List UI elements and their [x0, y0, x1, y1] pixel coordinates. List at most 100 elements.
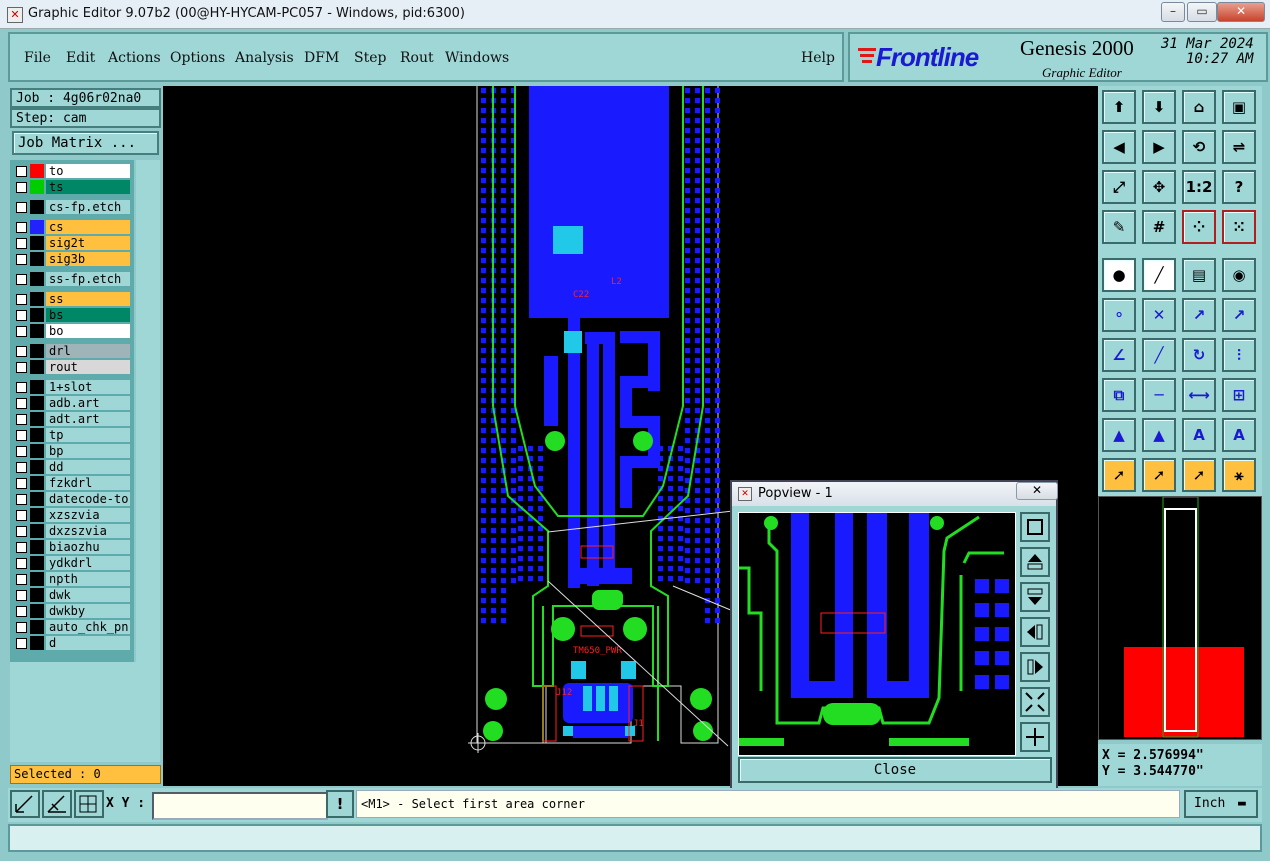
- layer-checkbox[interactable]: [16, 478, 27, 489]
- layer-checkbox[interactable]: [16, 510, 27, 521]
- layer-color-swatch[interactable]: [30, 396, 44, 410]
- layer-row-cs-fp-etch[interactable]: cs-fp.etch: [14, 200, 132, 214]
- layer-checkbox[interactable]: [16, 542, 27, 553]
- layer-color-swatch[interactable]: [30, 360, 44, 374]
- layer-row-ss[interactable]: ss: [14, 292, 132, 306]
- alert-icon[interactable]: !: [326, 790, 354, 818]
- layer-name[interactable]: npth: [46, 572, 130, 586]
- layer-row-bp[interactable]: bp: [14, 444, 132, 458]
- layer-name[interactable]: drl: [46, 344, 130, 358]
- layer-row-dd[interactable]: dd: [14, 460, 132, 474]
- fill-mode-icon[interactable]: ●: [1102, 258, 1136, 292]
- popview-close-icon[interactable]: ✕: [1016, 482, 1058, 500]
- layer-row-ydkdrl[interactable]: ydkdrl: [14, 556, 132, 570]
- layer-color-swatch[interactable]: [30, 604, 44, 618]
- layer-row-auto-chk-pn[interactable]: auto_chk_pn: [14, 620, 132, 634]
- layer-color-swatch[interactable]: [30, 620, 44, 634]
- layer-color-swatch[interactable]: [30, 164, 44, 178]
- layer-checkbox[interactable]: [16, 494, 27, 505]
- layer-name[interactable]: biaozhu: [46, 540, 130, 554]
- layer-color-swatch[interactable]: [30, 556, 44, 570]
- layer-checkbox[interactable]: [16, 430, 27, 441]
- layer-checkbox[interactable]: [16, 310, 27, 321]
- layer-row-biaozhu[interactable]: biaozhu: [14, 540, 132, 554]
- layer-color-swatch[interactable]: [30, 200, 44, 214]
- ruler-icon[interactable]: ▤: [1182, 258, 1216, 292]
- layer-color-swatch[interactable]: [30, 540, 44, 554]
- layer-row-dwkby[interactable]: dwkby: [14, 604, 132, 618]
- layer-checkbox[interactable]: [16, 558, 27, 569]
- pan-up-icon[interactable]: ⬆: [1102, 90, 1136, 124]
- menu-options[interactable]: Options: [170, 50, 225, 66]
- zoom-home-icon[interactable]: ⤢: [1102, 170, 1136, 204]
- menu-help[interactable]: Help: [801, 50, 835, 66]
- menu-edit[interactable]: Edit: [66, 50, 95, 66]
- layer-checkbox[interactable]: [16, 362, 27, 373]
- layer-color-swatch[interactable]: [30, 572, 44, 586]
- line-draw-icon[interactable]: ─: [1142, 378, 1176, 412]
- layer-name[interactable]: bp: [46, 444, 130, 458]
- pointer-select-icon[interactable]: ➚: [1142, 458, 1176, 492]
- layer-row-adb-art[interactable]: adb.art: [14, 396, 132, 410]
- minimize-button[interactable]: –: [1161, 2, 1185, 22]
- maximize-button[interactable]: ▭: [1187, 2, 1217, 22]
- scale-ratio-icon[interactable]: 1:2: [1182, 170, 1216, 204]
- mirror-icon[interactable]: ⫶: [1222, 338, 1256, 372]
- layer-color-swatch[interactable]: [30, 428, 44, 442]
- layer-color-swatch[interactable]: [30, 180, 44, 194]
- layer-color-swatch[interactable]: [30, 412, 44, 426]
- zoom-in-icon[interactable]: [1020, 722, 1050, 752]
- route-connect-icon[interactable]: ⚬: [1102, 298, 1136, 332]
- layer-row-npth[interactable]: npth: [14, 572, 132, 586]
- cross-icon[interactable]: ✕: [1142, 298, 1176, 332]
- cut-line-icon[interactable]: ╱: [1142, 338, 1176, 372]
- layer-color-swatch[interactable]: [30, 636, 44, 650]
- layer-name[interactable]: datecode-to: [46, 492, 130, 506]
- layer-row-dwk[interactable]: dwk: [14, 588, 132, 602]
- layer-row-cs[interactable]: cs: [14, 220, 132, 234]
- popview-canvas[interactable]: [738, 512, 1016, 756]
- layer-color-swatch[interactable]: [30, 308, 44, 322]
- layer-color-swatch[interactable]: [30, 444, 44, 458]
- menu-step[interactable]: Step: [354, 50, 386, 66]
- layer-color-swatch[interactable]: [30, 220, 44, 234]
- pointer-icon[interactable]: ➚: [1102, 458, 1136, 492]
- zoom-out-icon[interactable]: [1020, 687, 1050, 717]
- group-icon[interactable]: ⊞: [1222, 378, 1256, 412]
- layer-row-bs[interactable]: bs: [14, 308, 132, 322]
- layer-row-drl[interactable]: drl: [14, 344, 132, 358]
- layer-row-sig2t[interactable]: sig2t: [14, 236, 132, 250]
- layer-checkbox[interactable]: [16, 166, 27, 177]
- layer-checkbox[interactable]: [16, 202, 27, 213]
- layer-checkbox[interactable]: [16, 398, 27, 409]
- scroll-icon[interactable]: ⇌: [1222, 130, 1256, 164]
- line-mode-icon[interactable]: ╱: [1142, 258, 1176, 292]
- layer-row-fzkdrl[interactable]: fzkdrl: [14, 476, 132, 490]
- help-icon[interactable]: ?: [1222, 170, 1256, 204]
- layer-name[interactable]: adt.art: [46, 412, 130, 426]
- layer-checkbox[interactable]: [16, 606, 27, 617]
- layer-row-datecode-to[interactable]: datecode-to: [14, 492, 132, 506]
- layer-color-swatch[interactable]: [30, 588, 44, 602]
- layer-checkbox[interactable]: [16, 446, 27, 457]
- layer-name[interactable]: to: [46, 164, 130, 178]
- layer-row-sig3b[interactable]: sig3b: [14, 252, 132, 266]
- angle-icon[interactable]: ∠: [1102, 338, 1136, 372]
- layer-row-ts[interactable]: ts: [14, 180, 132, 194]
- layer-checkbox[interactable]: [16, 254, 27, 265]
- layer-color-swatch[interactable]: [30, 476, 44, 490]
- layer-name[interactable]: cs-fp.etch: [46, 200, 130, 214]
- grid-snap-icon[interactable]: [74, 790, 104, 818]
- pan-down-icon[interactable]: [1020, 582, 1050, 612]
- layer-row-bo[interactable]: bo: [14, 324, 132, 338]
- layer-color-swatch[interactable]: [30, 252, 44, 266]
- copy-icon[interactable]: ⧉: [1102, 378, 1136, 412]
- rotate-icon[interactable]: ↻: [1182, 338, 1216, 372]
- layer-color-swatch[interactable]: [30, 380, 44, 394]
- job-matrix-button[interactable]: Job Matrix ...: [12, 131, 159, 155]
- arc-icon[interactable]: A: [1182, 418, 1216, 452]
- layer-row-to[interactable]: to: [14, 164, 132, 178]
- layer-color-swatch[interactable]: [30, 324, 44, 338]
- layer-checkbox[interactable]: [16, 638, 27, 649]
- menu-dfm[interactable]: DFM: [304, 50, 339, 66]
